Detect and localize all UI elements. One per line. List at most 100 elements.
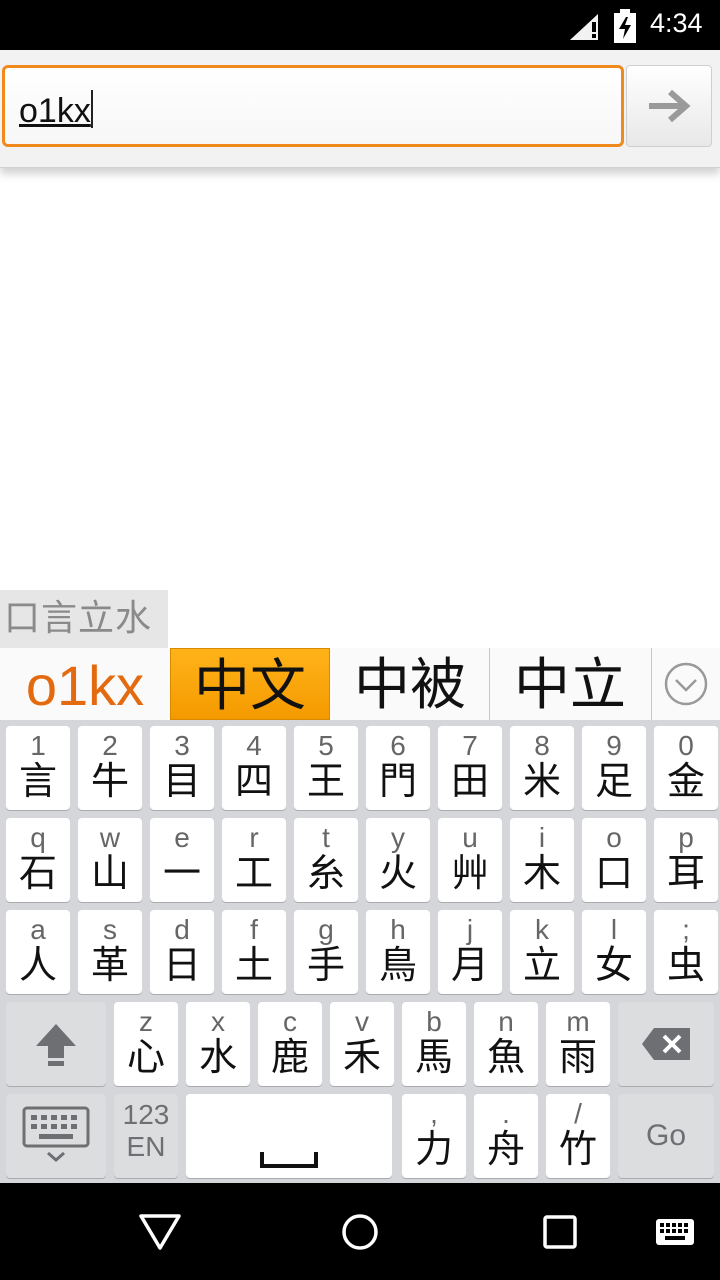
key[interactable]: / 竹 — [546, 1094, 610, 1178]
key[interactable]: 8米 — [510, 726, 574, 810]
key[interactable]: b馬 — [402, 1002, 466, 1086]
key-radical: 舟 — [486, 1127, 525, 1171]
key-letter: f — [250, 914, 258, 945]
key-letter: u — [462, 822, 478, 853]
ime-switcher-button[interactable] — [630, 1183, 720, 1280]
key[interactable]: z心 — [114, 1002, 178, 1086]
key[interactable]: x水 — [186, 1002, 250, 1086]
key[interactable]: u艸 — [438, 818, 502, 902]
key-letter: b — [426, 1006, 442, 1037]
key-radical: 土 — [234, 943, 273, 987]
go-arrow-button[interactable] — [626, 65, 712, 147]
composing-code[interactable]: o1kx — [0, 648, 170, 720]
key-letter: r — [249, 822, 259, 853]
key[interactable]: m雨 — [546, 1002, 610, 1086]
key-number: 6 — [390, 730, 406, 761]
key[interactable]: e一 — [150, 818, 214, 902]
url-input[interactable]: o1kx — [2, 65, 624, 147]
key[interactable]: ,力 — [402, 1094, 466, 1178]
text-caret — [90, 90, 93, 128]
home-circle-icon — [342, 1213, 378, 1250]
symbols-label: 123 — [122, 1099, 170, 1130]
key[interactable]: g手 — [294, 910, 358, 994]
key[interactable]: 3目 — [150, 726, 214, 810]
key-radical: 月 — [450, 943, 489, 987]
candidate-3[interactable]: 中立 — [490, 648, 650, 720]
key[interactable]: .舟 — [474, 1094, 538, 1178]
shift-key[interactable] — [6, 1002, 106, 1086]
key-radical: 日 — [162, 943, 201, 987]
key[interactable]: a人 — [6, 910, 70, 994]
back-button[interactable] — [110, 1183, 210, 1280]
key-radical: 目 — [162, 759, 201, 803]
key-letter: z — [139, 1006, 153, 1037]
key[interactable]: q石 — [6, 818, 70, 902]
key-radical: 虫 — [666, 943, 705, 987]
key[interactable]: c鹿 — [258, 1002, 322, 1086]
go-label: Go — [645, 1119, 687, 1152]
key[interactable]: ; 虫 — [654, 910, 718, 994]
key[interactable]: p耳 — [654, 818, 718, 902]
keyboard: 1言 2牛 3目 4四 5王 6門 7田 8米 9足 0金 q石 w山 e一 r… — [0, 720, 720, 1183]
key[interactable]: y火 — [366, 818, 430, 902]
key-letter: ; — [682, 914, 690, 945]
key-number: 1 — [30, 730, 46, 761]
ime-radicals-display: 口言立水 — [0, 590, 168, 648]
key-radical: 艸 — [450, 851, 489, 895]
candidate-1[interactable]: 中文 — [170, 648, 330, 720]
key[interactable]: t糸 — [294, 818, 358, 902]
key[interactable]: i木 — [510, 818, 574, 902]
key[interactable]: 4四 — [222, 726, 286, 810]
space-bar-icon — [260, 1152, 318, 1168]
keyboard-switch-key[interactable] — [6, 1094, 106, 1178]
expand-candidates-button[interactable] — [651, 648, 720, 720]
key[interactable]: 7田 — [438, 726, 502, 810]
key[interactable]: h鳥 — [366, 910, 430, 994]
key[interactable]: 1言 — [6, 726, 70, 810]
key[interactable]: 2牛 — [78, 726, 142, 810]
home-button[interactable] — [310, 1183, 410, 1280]
key-radical: 女 — [594, 943, 633, 987]
key[interactable]: 6門 — [366, 726, 430, 810]
key[interactable]: k立 — [510, 910, 574, 994]
key-letter: x — [211, 1006, 225, 1037]
key[interactable]: 5王 — [294, 726, 358, 810]
key[interactable]: d日 — [150, 910, 214, 994]
key-radical: 竹 — [558, 1127, 597, 1171]
key[interactable]: j月 — [438, 910, 502, 994]
key[interactable]: n魚 — [474, 1002, 538, 1086]
key-letter: h — [390, 914, 406, 945]
key-letter: l — [610, 914, 618, 945]
key-letter: j — [466, 914, 474, 945]
key[interactable]: v禾 — [330, 1002, 394, 1086]
backspace-key[interactable] — [618, 1002, 714, 1086]
key[interactable]: w山 — [78, 818, 142, 902]
key-letter: y — [391, 822, 405, 853]
recents-button[interactable] — [510, 1183, 610, 1280]
keyboard-icon — [22, 1106, 90, 1162]
clock: 4:34 — [650, 8, 703, 38]
key[interactable]: 9足 — [582, 726, 646, 810]
key[interactable]: r工 — [222, 818, 286, 902]
shift-arrow-icon — [36, 1024, 76, 1066]
space-key[interactable] — [186, 1094, 392, 1178]
key-letter: g — [318, 914, 334, 945]
go-key[interactable]: Go — [618, 1094, 714, 1178]
key-letter: v — [355, 1006, 369, 1037]
key-letter: e — [174, 822, 190, 853]
key-radical: 雨 — [558, 1035, 597, 1079]
key-punctuation: . — [502, 1098, 510, 1129]
key[interactable]: o口 — [582, 818, 646, 902]
key-radical: 米 — [522, 759, 561, 803]
key-radical: 魚 — [486, 1035, 525, 1079]
key[interactable]: s革 — [78, 910, 142, 994]
symbols-language-key[interactable]: 123 EN — [114, 1094, 178, 1178]
key-letter: d — [174, 914, 190, 945]
key[interactable]: l女 — [582, 910, 646, 994]
key-letter: i — [538, 822, 546, 853]
key[interactable]: f土 — [222, 910, 286, 994]
candidate-2[interactable]: 中被 — [331, 648, 489, 720]
backspace-icon — [642, 1028, 690, 1060]
key[interactable]: 0金 — [654, 726, 718, 810]
key-letter: w — [99, 822, 121, 853]
